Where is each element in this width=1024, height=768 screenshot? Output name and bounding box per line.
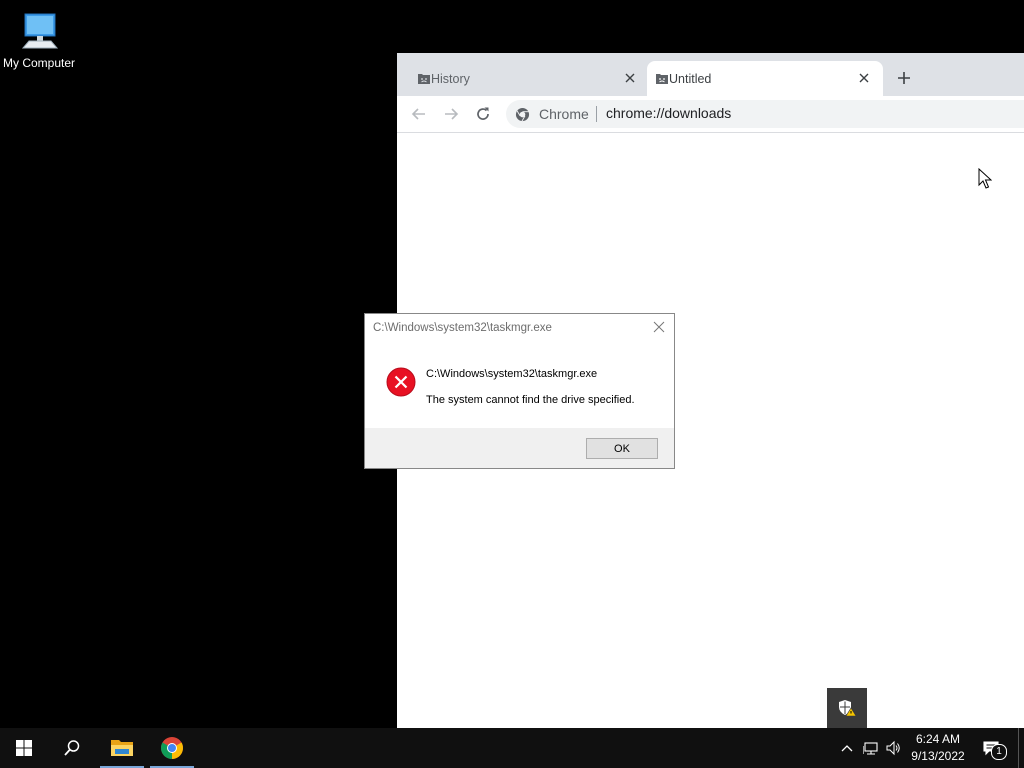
desktop-icon-label: My Computer: [2, 56, 76, 70]
taskbar-clock[interactable]: 6:24 AM 9/13/2022: [903, 731, 973, 765]
error-dialog: C:\Windows\system32\taskmgr.exe C:\Windo…: [364, 313, 675, 469]
sad-folder-icon: [656, 74, 668, 84]
ok-button[interactable]: OK: [586, 438, 658, 459]
dialog-close-icon[interactable]: [652, 320, 666, 334]
reload-icon[interactable]: [474, 105, 492, 123]
address-bar[interactable]: Chrome: [506, 100, 1024, 128]
tab-title: History: [431, 71, 470, 86]
error-icon: [386, 367, 416, 397]
security-notification[interactable]: [827, 688, 867, 728]
dialog-footer: OK: [365, 428, 674, 468]
omnibox-separator: [596, 106, 597, 122]
dialog-title: C:\Windows\system32\taskmgr.exe: [373, 322, 552, 334]
chevron-up-icon[interactable]: [839, 740, 855, 756]
network-icon[interactable]: [863, 740, 879, 756]
chrome-icon: [161, 737, 183, 759]
start-button[interactable]: [0, 728, 48, 768]
close-tab-icon[interactable]: [623, 71, 637, 85]
clock-time: 6:24 AM: [915, 732, 961, 746]
tab-strip: History Untitled: [397, 53, 1024, 96]
file-explorer-button[interactable]: [98, 728, 146, 768]
url-input[interactable]: [606, 105, 1006, 121]
plus-icon[interactable]: [895, 69, 913, 87]
tab-history[interactable]: History: [409, 61, 649, 96]
dialog-path-text: C:\Windows\system32\taskmgr.exe: [426, 368, 598, 380]
search-button[interactable]: [48, 728, 96, 768]
computer-icon: [21, 13, 59, 49]
chrome-button[interactable]: [148, 728, 196, 768]
chrome-site-icon: [515, 107, 530, 122]
windows-logo-icon: [16, 740, 32, 756]
mouse-cursor-icon: [978, 168, 992, 189]
notification-count-badge: 1: [991, 744, 1007, 760]
volume-icon[interactable]: [885, 740, 901, 756]
desktop-icon-my-computer[interactable]: My Computer: [0, 6, 78, 70]
show-desktop-button[interactable]: [1018, 728, 1024, 768]
back-arrow-icon[interactable]: [410, 105, 428, 123]
forward-arrow-icon[interactable]: [442, 105, 460, 123]
tab-title: Untitled: [669, 71, 712, 86]
search-icon: [64, 740, 80, 756]
dialog-message: The system cannot find the drive specifi…: [426, 394, 635, 406]
folder-icon: [111, 740, 133, 756]
close-tab-icon[interactable]: [857, 71, 871, 85]
clock-date: 9/13/2022: [911, 749, 965, 763]
browser-toolbar: Chrome: [397, 96, 1024, 133]
sad-folder-icon: [418, 74, 430, 84]
tab-untitled[interactable]: Untitled: [647, 61, 883, 96]
taskbar: 6:24 AM 9/13/2022: [0, 728, 1024, 768]
site-chip-label: Chrome: [539, 106, 589, 122]
shield-warning-icon: [839, 700, 857, 717]
